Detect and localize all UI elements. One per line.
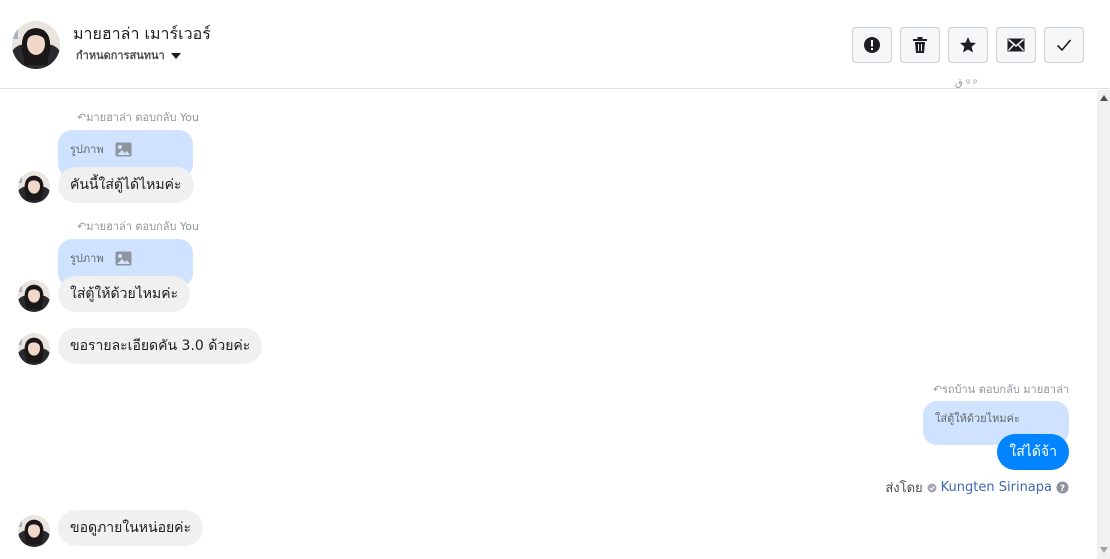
reply-arrow-icon: ↶ <box>932 383 942 396</box>
reply-arrow-icon: ↶ <box>77 111 87 124</box>
message-bubble[interactable]: ขอดูภายในหน่อยค่ะ <box>58 510 204 546</box>
caret-down-icon <box>170 52 181 59</box>
sender-avatar[interactable] <box>18 280 50 312</box>
reply-meta: ↶มายฮาล่า ตอบกลับ You <box>77 220 199 233</box>
reply-preview-text: รูปภาพ <box>70 143 104 156</box>
scrollbar[interactable] <box>1097 90 1110 559</box>
reply-preview-text: ใส่ตู้ให้ด้วยไหมค่ะ <box>935 412 1020 425</box>
sent-by-line: ส่งโดย Kungten Sirinapa ? <box>885 477 1069 498</box>
sender-avatar[interactable] <box>18 515 50 547</box>
check-icon <box>1056 39 1072 52</box>
verified-icon <box>927 483 937 492</box>
reply-meta: ↶มายฮาล่า ตอบกลับ You <box>77 111 199 124</box>
message-bubble-outgoing[interactable]: ใส่ได้จ้า <box>997 434 1069 470</box>
clipped-text-fragment: ق ᵍ ᵖ <box>955 78 978 89</box>
reply-meta: ↶รถบ้าน ตอบกลับ มายฮาล่า <box>932 383 1069 396</box>
reply-preview-text: รูปภาพ <box>70 252 104 265</box>
sender-name-link[interactable]: Kungten Sirinapa <box>941 480 1052 495</box>
delete-button[interactable] <box>900 27 940 63</box>
star-button[interactable] <box>948 27 988 63</box>
message-bubble[interactable]: ขอรายละเอียดคัน 3.0 ด้วยค่ะ <box>58 328 263 364</box>
star-icon <box>960 37 976 53</box>
conversation-header: มายฮาล่า เมาร์เวอร์ กำหนดการสนทนา <box>0 0 1110 89</box>
conversation-settings-label: กำหนดการสนทนา <box>76 49 165 62</box>
message-bubble[interactable]: คันนี้ใส่ตู้ได้ไหมค่ะ <box>58 167 194 203</box>
mark-unread-button[interactable] <box>996 27 1036 63</box>
sent-by-label: ส่งโดย <box>885 481 923 496</box>
reply-arrow-icon: ↶ <box>77 220 87 233</box>
sender-avatar[interactable] <box>18 171 50 203</box>
report-button[interactable] <box>852 27 892 63</box>
sender-avatar[interactable] <box>18 333 50 365</box>
contact-avatar[interactable] <box>12 21 60 69</box>
scroll-down-arrow-icon[interactable] <box>1100 547 1108 553</box>
svg-text:?: ? <box>1060 484 1065 494</box>
scroll-up-arrow-icon[interactable] <box>1100 95 1108 101</box>
contact-name[interactable]: มายฮาล่า เมาร์เวอร์ <box>73 22 211 47</box>
image-icon <box>115 251 132 265</box>
image-icon <box>115 142 132 156</box>
conversation-settings-dropdown[interactable]: กำหนดการสนทนา <box>76 46 181 64</box>
message-bubble[interactable]: ใส่ตู้ให้ด้วยไหมค่ะ <box>58 276 191 312</box>
trash-icon <box>913 37 927 53</box>
mark-done-button[interactable] <box>1044 27 1084 63</box>
help-icon[interactable]: ? <box>1056 481 1069 494</box>
envelope-icon <box>1007 38 1025 52</box>
exclamation-circle-icon <box>864 37 880 53</box>
